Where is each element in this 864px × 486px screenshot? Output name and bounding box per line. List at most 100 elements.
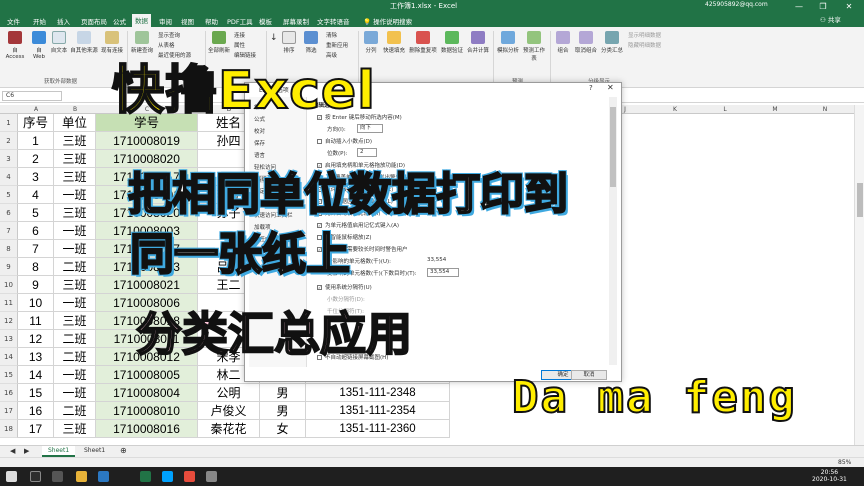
cell-seq[interactable]: 10 (18, 294, 54, 312)
cell-student-id[interactable]: 1710008019 (96, 132, 198, 150)
vertical-scroll-thumb[interactable] (857, 183, 863, 217)
show-detail-button[interactable]: 显示明细数据 (628, 31, 661, 39)
browser-icon[interactable] (98, 471, 109, 482)
cell-unit[interactable]: 一班 (54, 240, 96, 258)
row-number[interactable]: 18 (0, 420, 18, 438)
hide-detail-button[interactable]: 隐藏明细数据 (628, 41, 661, 49)
cell-student-id[interactable]: 1710008005 (96, 366, 198, 384)
cell-unit[interactable]: 二班 (54, 402, 96, 420)
tab-formulas[interactable]: 公式 (110, 15, 129, 27)
row-number[interactable]: 11 (0, 294, 18, 312)
row-number[interactable]: 17 (0, 402, 18, 420)
tab-help[interactable]: 帮助 (202, 15, 221, 27)
zoom-level[interactable]: 85% (838, 459, 851, 466)
from-other-button[interactable]: 自其他来源 (70, 31, 98, 54)
cell-seq[interactable]: 12 (18, 330, 54, 348)
cell-seq[interactable]: 17 (18, 420, 54, 438)
row-number[interactable]: 16 (0, 384, 18, 402)
cell-seq[interactable]: 1 (18, 132, 54, 150)
column-k[interactable]: K (650, 106, 700, 113)
row-number[interactable]: 4 (0, 168, 18, 186)
app-icon[interactable] (206, 471, 217, 482)
cell-seq[interactable]: 8 (18, 258, 54, 276)
cell-name[interactable]: 秦花花 (198, 420, 260, 438)
cell-phone[interactable]: 1351-111-2354 (306, 402, 450, 420)
help-icon[interactable]: ? (589, 84, 593, 92)
cell-name[interactable]: 公明 (198, 384, 260, 402)
cell-unit[interactable]: 三班 (54, 150, 96, 168)
column-m[interactable]: M (750, 106, 800, 113)
name-box[interactable]: C6 (2, 91, 62, 101)
cell-unit[interactable]: 一班 (54, 384, 96, 402)
cell-seq[interactable]: 3 (18, 168, 54, 186)
row-number[interactable]: 10 (0, 276, 18, 294)
cell-name[interactable]: 卢俊义 (198, 402, 260, 420)
cell-seq[interactable]: 2 (18, 150, 54, 168)
row-number[interactable]: 12 (0, 312, 18, 330)
cell-unit[interactable]: 一班 (54, 222, 96, 240)
cell-unit[interactable]: 三班 (54, 420, 96, 438)
ungroup-button[interactable]: 取消组合 (574, 31, 598, 54)
row-number[interactable]: 9 (0, 258, 18, 276)
search-icon[interactable] (30, 471, 41, 482)
cell-phone[interactable]: 1351-111-2360 (306, 420, 450, 438)
cell-seq[interactable]: 6 (18, 222, 54, 240)
cell-gender[interactable]: 男 (260, 402, 306, 420)
cell-seq[interactable]: 14 (18, 366, 54, 384)
cell-seq[interactable]: 5 (18, 204, 54, 222)
cell-phone[interactable]: 1351-111-2348 (306, 384, 450, 402)
decimal-places-stepper[interactable]: 2 (357, 148, 377, 157)
show-query-button[interactable]: 显示查询 (158, 31, 180, 39)
column-n[interactable]: N (800, 106, 850, 113)
data-validation-button[interactable]: 数据验证 (440, 31, 464, 54)
row-number[interactable]: 6 (0, 204, 18, 222)
cell-seq[interactable]: 7 (18, 240, 54, 258)
row-number[interactable]: 1 (0, 114, 18, 132)
cell-seq[interactable]: 9 (18, 276, 54, 294)
cell-student-id[interactable]: 1710008004 (96, 384, 198, 402)
forecast-sheet-button[interactable]: 预测工作表 (522, 31, 546, 62)
row-number[interactable]: 5 (0, 186, 18, 204)
option-system-separators[interactable]: ✓ 使用系统分隔符(U) (317, 283, 372, 291)
flash-fill-button[interactable]: 快速填充 (382, 31, 406, 54)
header-cell-seq[interactable]: 序号 (18, 114, 54, 132)
recorder-app-icon[interactable] (184, 471, 195, 482)
cell-unit[interactable]: 三班 (54, 132, 96, 150)
cell-unit[interactable]: 一班 (54, 366, 96, 384)
excel-app-icon[interactable] (140, 471, 151, 482)
taskbar-clock[interactable]: 20:56 2020-10-31 (812, 469, 847, 483)
clear-button[interactable]: 清除 (326, 31, 337, 39)
row-number[interactable]: 7 (0, 222, 18, 240)
row-number[interactable]: 13 (0, 330, 18, 348)
next-sheet-icon[interactable]: ▶ (18, 446, 35, 457)
tab-view[interactable]: 视图 (178, 15, 197, 27)
cell-gender[interactable]: 女 (260, 420, 306, 438)
what-if-button[interactable]: 模拟分析 (496, 31, 520, 54)
tab-text-to-speech[interactable]: 文字转语音 (314, 15, 353, 27)
chat-app-icon[interactable] (162, 471, 173, 482)
tab-review[interactable]: 审阅 (156, 15, 175, 27)
column-l[interactable]: L (700, 106, 750, 113)
column-b[interactable]: B (54, 106, 96, 113)
tab-page-layout[interactable]: 页面布局 (78, 15, 110, 27)
direction-select[interactable]: 向下 (357, 124, 383, 133)
account-label[interactable]: 425905892@qq.com (705, 1, 768, 8)
cell-unit[interactable]: 三班 (54, 312, 96, 330)
row-number[interactable]: 3 (0, 150, 18, 168)
cell-seq[interactable]: 11 (18, 312, 54, 330)
share-button[interactable]: ⚇ 共享 (820, 14, 841, 24)
cell-unit[interactable]: 二班 (54, 258, 96, 276)
cell-seq[interactable]: 15 (18, 384, 54, 402)
cell-unit[interactable]: 二班 (54, 330, 96, 348)
row-number[interactable]: 8 (0, 240, 18, 258)
row-number[interactable]: 2 (0, 132, 18, 150)
cell-seq[interactable]: 16 (18, 402, 54, 420)
nav-proofing[interactable]: 校对 (254, 127, 265, 135)
sort-ascending-icon[interactable]: ↓ (270, 33, 278, 43)
subtotal-button[interactable]: 分类汇总 (600, 31, 624, 54)
row-number[interactable]: 15 (0, 366, 18, 384)
from-text-button[interactable]: 自文本 (50, 31, 68, 54)
cell-seq[interactable]: 4 (18, 186, 54, 204)
remove-duplicates-button[interactable]: 删除重复项 (408, 31, 438, 54)
task-view-icon[interactable] (52, 471, 63, 482)
